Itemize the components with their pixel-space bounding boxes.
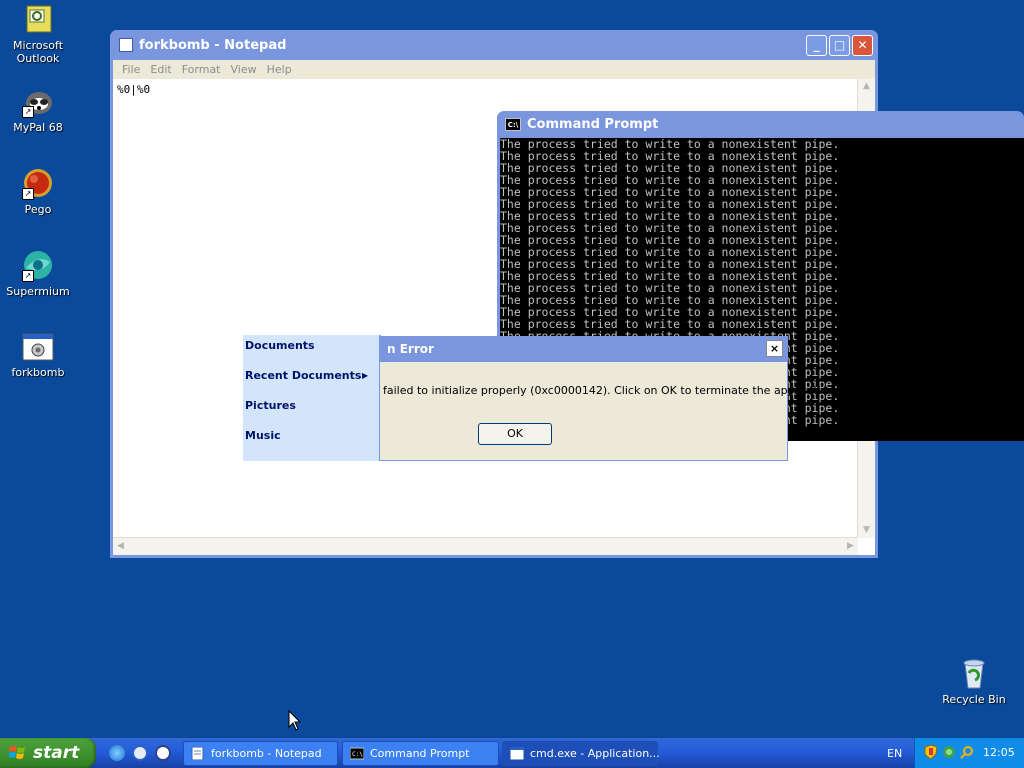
shortcut-arrow-icon: ↗ xyxy=(22,106,34,118)
maximize-button[interactable]: □ xyxy=(829,35,850,56)
notepad-menubar: File Edit Format View Help xyxy=(113,60,875,79)
desktop-icon-label: Outlook xyxy=(16,52,60,65)
dialog-message: failed to initialize properly (0xc000014… xyxy=(383,384,839,397)
scroll-up-arrow-icon[interactable]: ▲ xyxy=(859,79,874,94)
taskbar-button-label: cmd.exe - Application... xyxy=(530,747,660,760)
desktop-icon-label: MyPal 68 xyxy=(13,121,63,134)
mouse-cursor-icon xyxy=(288,710,302,731)
clock[interactable]: 12:05 xyxy=(983,746,1015,759)
pego-icon: ↗ xyxy=(22,168,54,200)
desktop-icon-pego[interactable]: ↗ Pego xyxy=(3,168,73,216)
desktop-icon-label: Recycle Bin xyxy=(942,693,1006,706)
start-menu-item-recent-documents[interactable]: Recent Documents xyxy=(245,369,361,382)
submenu-arrow-icon: ▶ xyxy=(362,371,369,380)
minimize-button[interactable]: _ xyxy=(806,35,827,56)
supermium-icon: ↗ xyxy=(22,250,54,282)
desktop-icon-label: Supermium xyxy=(6,285,70,298)
notepad-title: forkbomb - Notepad xyxy=(139,37,287,53)
application-error-dialog[interactable]: n Error × failed to initialize properly … xyxy=(379,336,838,461)
menu-format[interactable]: Format xyxy=(177,63,226,76)
start-menu-fragment: Documents Recent Documents Pictures Musi… xyxy=(243,335,381,461)
security-shield-icon[interactable] xyxy=(924,745,938,759)
dialog-title: n Error xyxy=(387,342,434,356)
desktop-icon-forkbomb[interactable]: forkbomb xyxy=(3,331,73,379)
menu-edit[interactable]: Edit xyxy=(145,63,176,76)
taskbar-button-label: Command Prompt xyxy=(370,747,470,760)
desktop-icon-label: Pego xyxy=(24,203,52,216)
taskbar-button-cmd-error[interactable]: cmd.exe - Application... xyxy=(502,741,660,766)
batch-file-icon xyxy=(22,331,54,363)
ok-button[interactable]: OK xyxy=(478,423,552,445)
windows-flag-icon xyxy=(9,746,25,759)
search-icon[interactable] xyxy=(960,745,974,759)
network-icon[interactable] xyxy=(942,745,956,759)
menu-help[interactable]: Help xyxy=(262,63,297,76)
taskbar: start forkbomb - Notepad C:\ Command Pro… xyxy=(0,738,1024,768)
start-menu-item-documents[interactable]: Documents xyxy=(245,339,315,352)
notepad-icon xyxy=(191,747,204,760)
start-label: start xyxy=(33,743,80,763)
desktop-icon-recycle-bin[interactable]: Recycle Bin xyxy=(939,658,1009,706)
taskbar-button-command-prompt[interactable]: C:\ Command Prompt xyxy=(342,741,499,766)
recycle-bin-icon xyxy=(958,658,990,690)
notepad-titlebar[interactable]: forkbomb - Notepad _ □ ✕ xyxy=(113,30,875,60)
desktop-icon-supermium[interactable]: ↗ Supermium xyxy=(3,250,73,298)
start-menu-item-pictures[interactable]: Pictures xyxy=(245,399,296,412)
desktop-icon-outlook[interactable]: Microsoft Outlook xyxy=(3,4,73,65)
dialog-titlebar[interactable]: n Error × xyxy=(380,336,787,362)
raccoon-icon: ↗ xyxy=(22,86,54,118)
cmd-icon: C:\ xyxy=(350,747,364,760)
horizontal-scrollbar[interactable]: ◀ ▶ xyxy=(113,537,858,555)
shortcut-arrow-icon: ↗ xyxy=(22,270,34,282)
taskbar-button-label: forkbomb - Notepad xyxy=(211,747,322,760)
notepad-icon xyxy=(119,38,133,52)
svg-text:C:\: C:\ xyxy=(352,751,363,758)
window-icon xyxy=(510,747,524,760)
scroll-right-arrow-icon[interactable]: ▶ xyxy=(843,539,858,554)
media-player-icon[interactable] xyxy=(155,745,171,761)
cmd-title: Command Prompt xyxy=(527,117,659,132)
start-menu-item-music[interactable]: Music xyxy=(245,429,281,442)
mozilla-icon[interactable] xyxy=(132,745,148,761)
system-tray: 12:05 xyxy=(914,738,1024,768)
dialog-close-button[interactable]: × xyxy=(766,340,783,357)
desktop-icon-label: forkbomb xyxy=(11,366,65,379)
outlook-icon xyxy=(22,4,54,36)
language-indicator[interactable]: EN xyxy=(887,747,902,760)
internet-explorer-icon[interactable] xyxy=(109,745,125,761)
shortcut-arrow-icon: ↗ xyxy=(22,188,34,200)
start-button[interactable]: start xyxy=(0,738,96,768)
close-button[interactable]: ✕ xyxy=(852,35,873,56)
cmd-icon: C:\ xyxy=(505,118,521,131)
cmd-titlebar[interactable]: C:\ Command Prompt xyxy=(500,111,1024,138)
desktop-icon-mypal[interactable]: ↗ MyPal 68 xyxy=(3,86,73,134)
desktop-icon-label: Microsoft xyxy=(12,39,64,52)
taskbar-button-notepad[interactable]: forkbomb - Notepad xyxy=(183,741,338,766)
scroll-left-arrow-icon[interactable]: ◀ xyxy=(113,539,128,554)
notepad-content: %0|%0 xyxy=(117,83,151,96)
menu-file[interactable]: File xyxy=(117,63,145,76)
menu-view[interactable]: View xyxy=(226,63,262,76)
scroll-down-arrow-icon[interactable]: ▼ xyxy=(859,523,874,538)
